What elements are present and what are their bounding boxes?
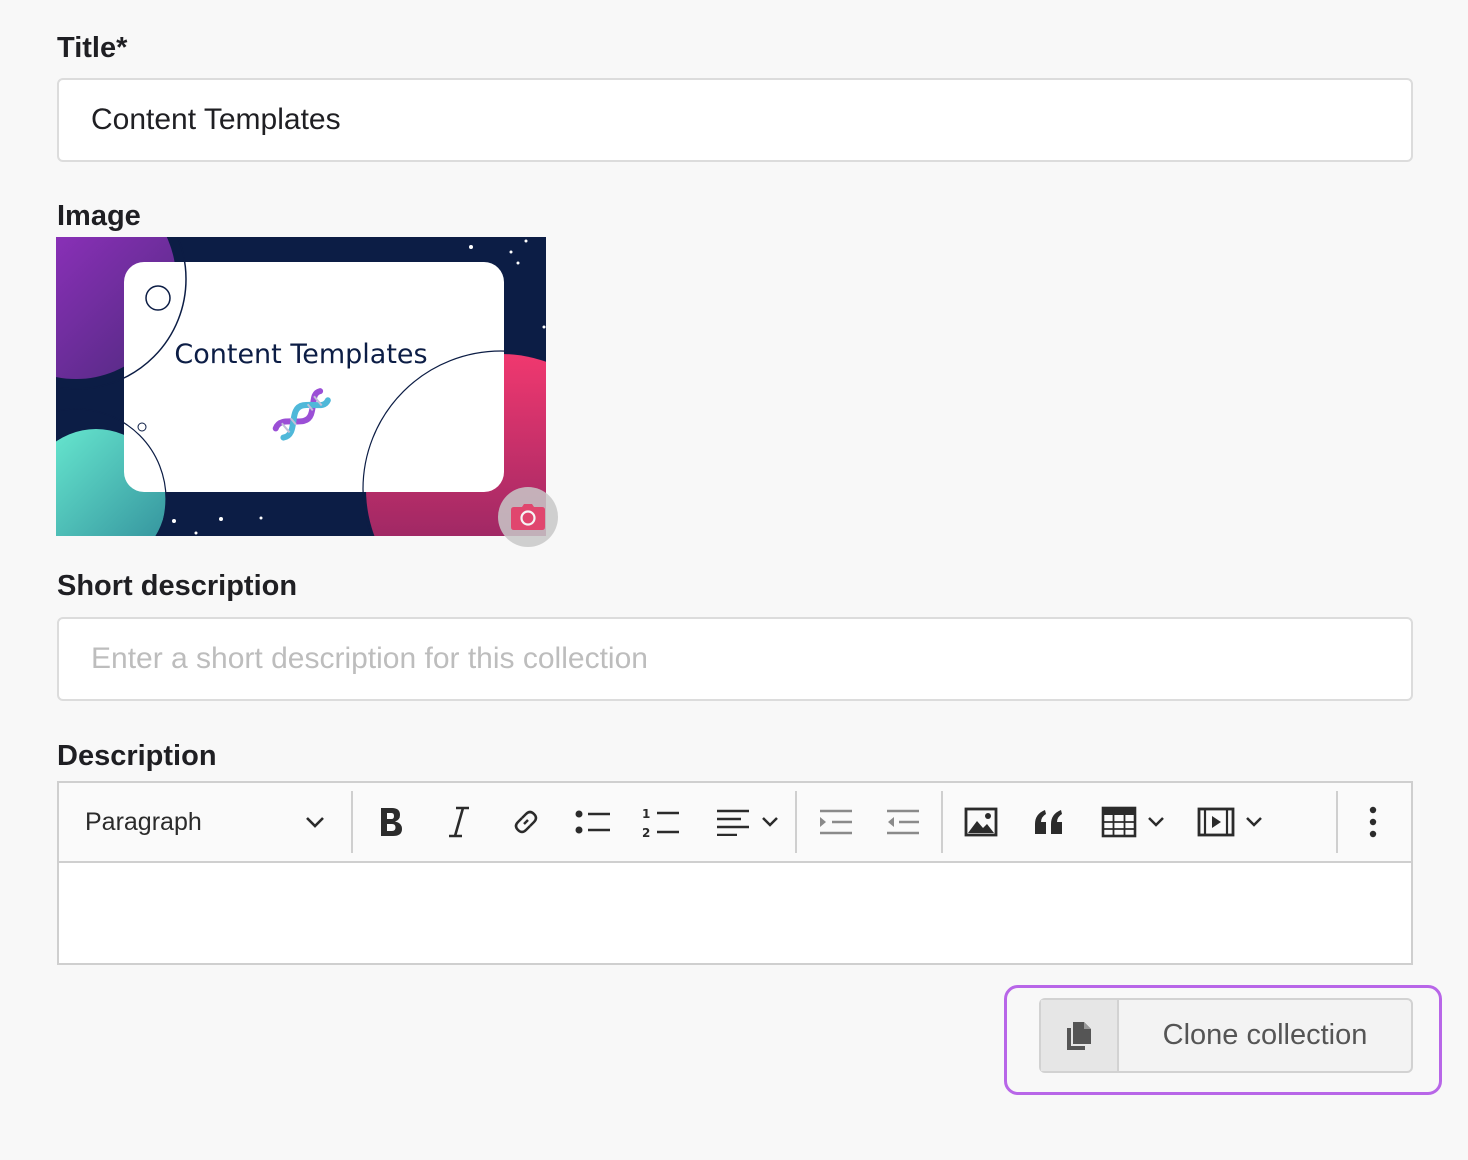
- outdent-button[interactable]: [881, 797, 925, 847]
- block-format-value: Paragraph: [85, 807, 202, 836]
- toolbar-separator: [1336, 791, 1338, 853]
- media-embed-dropdown[interactable]: [1192, 797, 1268, 847]
- align-icon: [717, 809, 749, 836]
- bulleted-list-icon: [575, 810, 610, 834]
- insert-image-button[interactable]: [959, 797, 1003, 847]
- indent-button[interactable]: [814, 797, 858, 847]
- chevron-down-icon: [1246, 817, 1262, 827]
- link-button[interactable]: [506, 797, 546, 847]
- short-description-label: Short description: [57, 570, 298, 602]
- clone-icon-box: [1041, 1000, 1119, 1071]
- description-editor-body[interactable]: [59, 863, 1411, 963]
- numbered-list-button[interactable]: 1 2: [639, 797, 683, 847]
- bulleted-list-button[interactable]: [571, 797, 615, 847]
- more-options-button[interactable]: [1355, 797, 1391, 847]
- chevron-down-icon: [762, 817, 778, 827]
- bold-button[interactable]: [371, 797, 411, 847]
- insert-table-dropdown[interactable]: [1095, 797, 1171, 847]
- block-format-dropdown[interactable]: Paragraph: [59, 783, 351, 861]
- block-quote-button[interactable]: [1027, 797, 1071, 847]
- chevron-down-icon: [306, 817, 324, 828]
- chevron-down-icon: [1148, 817, 1164, 827]
- title-label: Title*: [57, 32, 128, 64]
- collection-image-art: Content Templates: [56, 237, 546, 536]
- block-quote-icon: [1035, 810, 1062, 834]
- collection-image: Content Templates: [56, 237, 546, 536]
- clone-collection-button[interactable]: Clone collection: [1039, 998, 1413, 1073]
- alignment-dropdown[interactable]: [707, 797, 787, 847]
- indent-icon: [820, 809, 852, 835]
- media-embed-icon: [1197, 807, 1235, 837]
- short-description-input[interactable]: [57, 617, 1413, 701]
- title-input[interactable]: [57, 78, 1413, 162]
- description-label: Description: [57, 740, 217, 772]
- editor-toolbar: Paragraph 1 2: [59, 783, 1411, 863]
- toolbar-separator: [941, 791, 943, 853]
- image-label: Image: [57, 200, 141, 232]
- svg-text:2: 2: [642, 826, 650, 839]
- toolbar-separator: [795, 791, 797, 853]
- insert-image-icon: [964, 807, 998, 837]
- numbered-list-icon: 1 2: [642, 807, 679, 839]
- camera-icon: [511, 504, 545, 530]
- more-options-icon: [1369, 806, 1377, 838]
- toolbar-separator: [351, 791, 353, 853]
- clone-collection-label: Clone collection: [1162, 1019, 1368, 1051]
- image-title-text: Content Templates: [174, 339, 427, 370]
- italic-button[interactable]: [439, 797, 479, 847]
- link-icon: [514, 810, 538, 834]
- change-image-button[interactable]: [498, 487, 558, 547]
- table-icon: [1101, 806, 1137, 838]
- outdent-icon: [887, 809, 919, 835]
- italic-icon: [449, 806, 469, 838]
- copy-icon: [1067, 1021, 1091, 1050]
- bold-icon: [381, 808, 402, 836]
- svg-text:1: 1: [642, 807, 650, 821]
- description-editor: Paragraph 1 2: [57, 781, 1413, 965]
